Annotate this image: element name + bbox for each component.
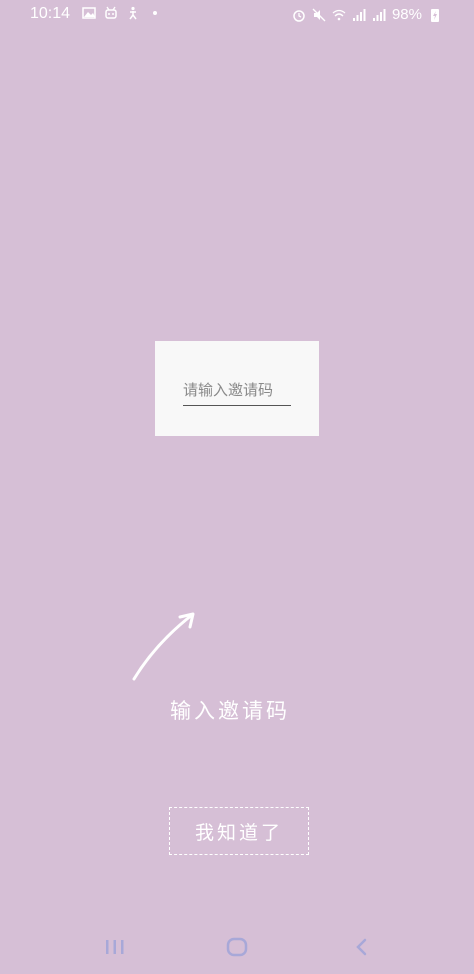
invite-card (155, 341, 319, 436)
home-icon[interactable] (225, 934, 251, 960)
recent-apps-icon[interactable] (104, 934, 126, 960)
status-left-icons (82, 6, 162, 20)
android-bot-icon (105, 6, 117, 19)
image-icon (82, 7, 96, 19)
signal-icon (352, 8, 366, 21)
charging-icon (431, 8, 439, 22)
wifi-icon (332, 9, 346, 20)
signal-icon (372, 8, 386, 21)
status-time: 10:14 (30, 5, 71, 22)
accessibility-icon (129, 6, 137, 20)
guide-hint-text: 输入邀请码 (170, 699, 290, 723)
battery-level: 98% (391, 6, 422, 23)
got-it-button[interactable]: 我知道了 (169, 807, 309, 855)
mute-icon (312, 8, 326, 21)
status-bar: 10:14 98% (0, 0, 474, 28)
back-icon[interactable] (352, 934, 372, 960)
dot-icon (153, 11, 157, 15)
alarm-icon (293, 9, 305, 22)
status-right-icons: 98% (292, 6, 442, 23)
navigation-bar (0, 930, 474, 974)
guide-arrow-icon (132, 612, 195, 681)
invite-code-input[interactable] (183, 377, 291, 406)
